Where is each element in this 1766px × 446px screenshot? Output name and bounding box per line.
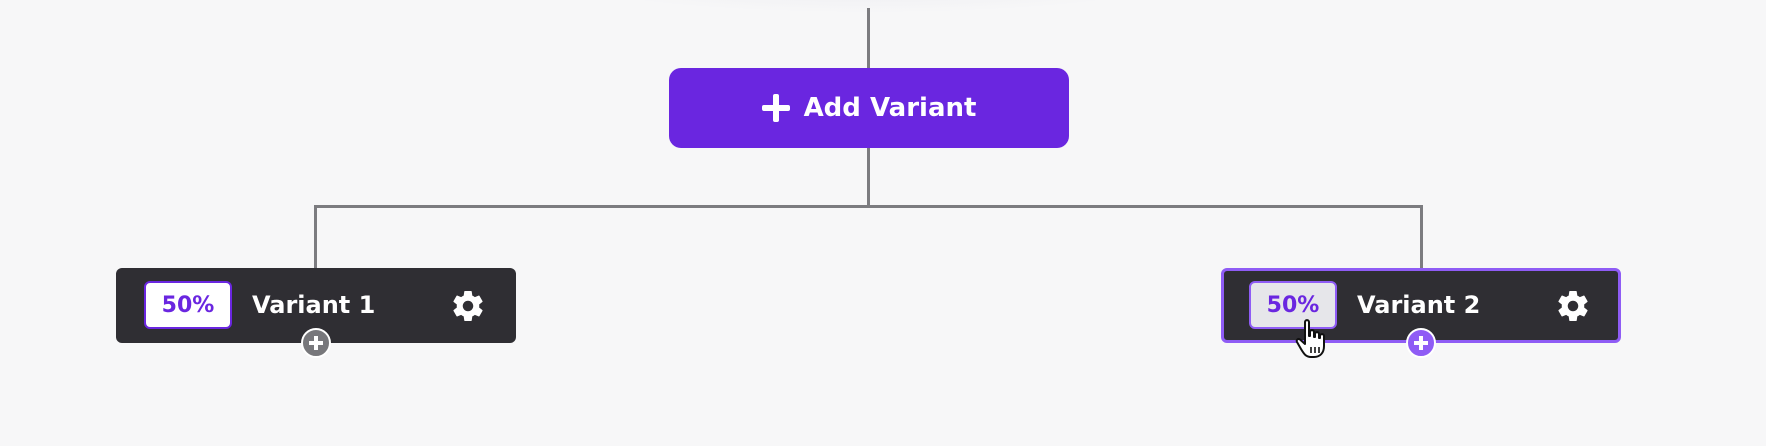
add-variant-button[interactable]: Add Variant [669, 68, 1069, 148]
connector-right-branch [1420, 205, 1423, 268]
variant-percentage-input[interactable]: 50% [144, 281, 232, 329]
variant-percentage-input[interactable]: 50% [1249, 281, 1337, 329]
add-child-button-1[interactable] [301, 328, 331, 358]
connector-middle [867, 148, 870, 206]
flow-canvas: Add Variant 50% Variant 1 50% Variant 2 [0, 0, 1766, 446]
plus-icon [1414, 336, 1428, 350]
connector-top [867, 8, 870, 68]
gear-icon[interactable] [450, 288, 486, 324]
parent-node-shadow [560, 0, 1180, 12]
gear-icon[interactable] [1555, 288, 1591, 324]
connector-left-branch [314, 205, 317, 268]
add-child-button-2[interactable] [1406, 328, 1436, 358]
connector-horizontal [314, 205, 1423, 208]
add-variant-label: Add Variant [803, 93, 977, 123]
plus-icon [761, 94, 790, 122]
plus-icon [309, 336, 323, 350]
